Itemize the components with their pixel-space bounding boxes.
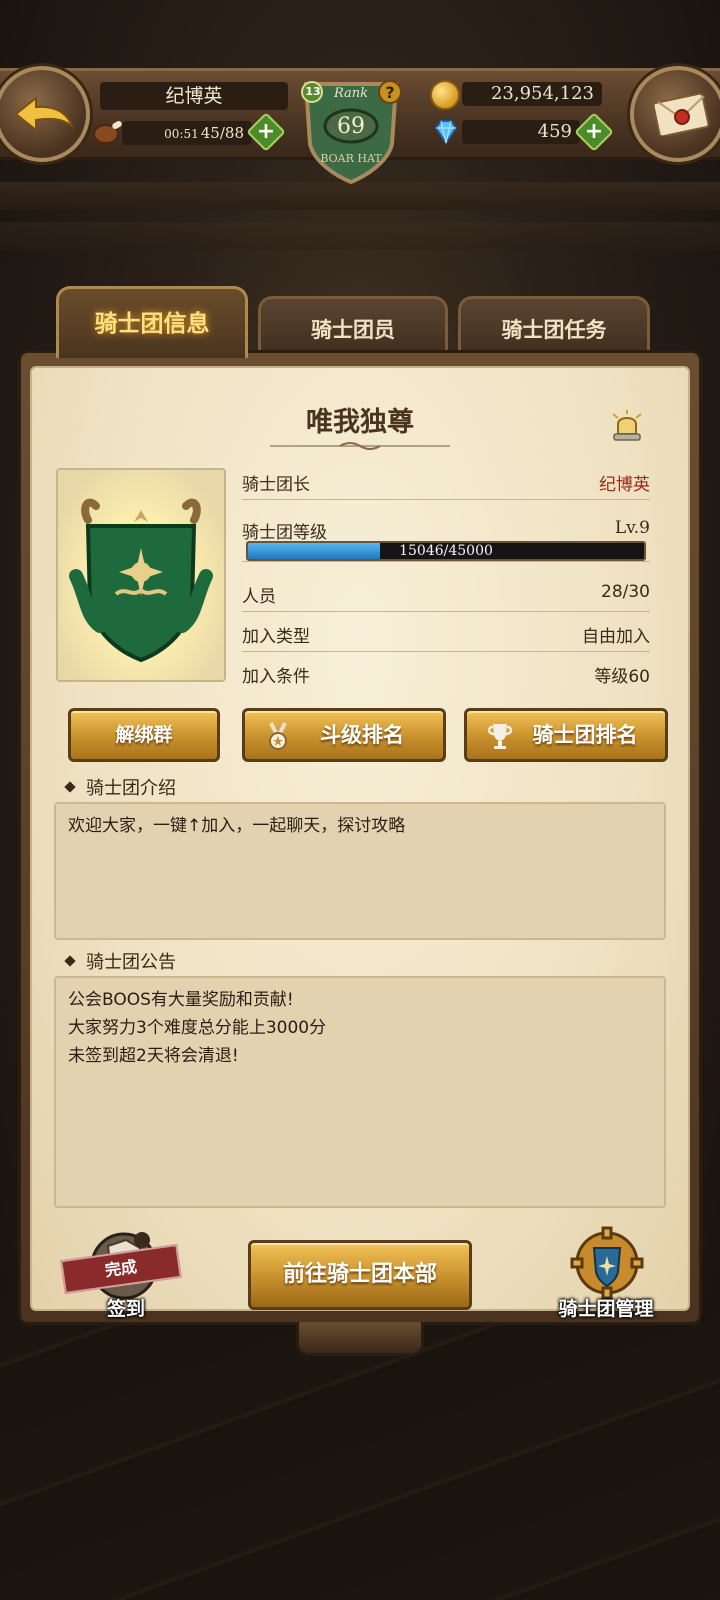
intro-text-box: 欢迎大家，一键↑加入，一起聊天，探讨攻略 (54, 802, 666, 940)
back-arrow-icon (14, 96, 74, 132)
tab-guild-info[interactable]: 骑士团信息 (56, 286, 248, 358)
level-label: 骑士团等级 (242, 523, 327, 543)
go-to-headquarters-button[interactable]: 前往骑士团本部 (248, 1240, 472, 1310)
notice-text-box: 公会BOOS有大量奖励和贡献! 大家努力3个难度总分能上3000分 未签到超2天… (54, 976, 666, 1208)
leader-row: 骑士团长 纪博英 (242, 462, 650, 500)
join-type-value: 自由加入 (582, 627, 650, 647)
stamina-row: 00:51 45/88 + (92, 112, 286, 152)
alarm-bell-icon[interactable] (610, 408, 644, 444)
guild-rank-label: 骑士团排名 (532, 723, 638, 747)
medal-icon (269, 722, 287, 750)
join-type-label: 加入类型 (242, 627, 310, 647)
members-label: 人员 (242, 587, 276, 607)
checkin-label: 签到 (106, 1298, 145, 1320)
members-row: 人员 28/30 (242, 574, 650, 612)
rank-subtitle: BOAR HAT (320, 152, 382, 165)
guild-manage-label: 骑士团管理 (558, 1298, 654, 1320)
add-gems-button[interactable]: + (574, 112, 614, 152)
stamina-icon (93, 121, 122, 144)
guild-emblem-icon (69, 498, 213, 663)
level-value: Lv.9 (614, 518, 650, 538)
gem-value: 459 (462, 120, 580, 144)
diamond-icon (434, 120, 458, 145)
leader-label: 骑士团长 (242, 475, 310, 495)
members-value: 28/30 (601, 582, 650, 602)
mail-button[interactable] (630, 66, 720, 162)
trophy-icon (487, 724, 513, 749)
gem-row: 459 + (430, 112, 614, 152)
tab-tasks[interactable]: 骑士团任务 (458, 296, 650, 358)
rank-label: Rank (333, 86, 369, 101)
join-condition-row: 加入条件 等级60 (242, 654, 650, 692)
go-hq-label: 前往骑士团本部 (282, 1262, 437, 1287)
intro-section-title: 骑士团介绍 (64, 774, 176, 800)
top-hud: 纪博英 00:51 45/88 + ? 13 Rank 69 BOAR HAT 2… (0, 0, 720, 185)
join-type-row: 加入类型 自由加入 (242, 614, 650, 652)
bg-beam (0, 182, 720, 210)
coin-icon (430, 80, 460, 110)
player-name: 纪博英 (100, 82, 288, 110)
mail-icon (652, 92, 710, 136)
checkin-button[interactable]: 完成 签到 (60, 1226, 190, 1326)
notice-line: 未签到超2天将会清退! (68, 1046, 239, 1066)
gold-row: 23,954,123 (430, 80, 610, 110)
intro-text: 欢迎大家，一键↑加入，一起聊天，探讨攻略 (68, 816, 406, 836)
join-condition-value: 等级60 (594, 667, 650, 687)
guild-manage-button[interactable]: 骑士团管理 (546, 1226, 666, 1326)
bg-beam (0, 222, 720, 250)
duel-rank-label: 斗级排名 (320, 723, 404, 747)
unbind-label: 解绑群 (115, 724, 173, 746)
gear-shield-icon (570, 1226, 644, 1300)
guild-xp-bar: 15046/45000 (246, 541, 646, 561)
xp-text: 15046/45000 (399, 543, 493, 559)
add-stamina-button[interactable]: + (246, 112, 286, 152)
leader-value: 纪博英 (599, 475, 650, 495)
duel-rank-button[interactable]: 斗级排名 (242, 708, 446, 762)
join-condition-label: 加入条件 (242, 667, 310, 687)
notice-line: 公会BOOS有大量奖励和贡献! (68, 990, 294, 1010)
guild-rank-button[interactable]: 骑士团排名 (464, 708, 668, 762)
title-divider (270, 442, 450, 450)
notice-line: 大家努力3个难度总分能上3000分 (68, 1018, 327, 1038)
tab-members[interactable]: 骑士团员 (258, 296, 448, 358)
panel-bottom-ornament (296, 1322, 424, 1356)
gold-value: 23,954,123 (462, 82, 602, 106)
notice-section-title: 骑士团公告 (64, 948, 176, 974)
rank-badge[interactable]: ? 13 Rank 69 BOAR HAT (292, 74, 410, 185)
unbind-group-button[interactable]: 解绑群 (68, 708, 220, 762)
stamina-value: 00:51 45/88 (122, 121, 252, 145)
rank-value: 69 (337, 114, 365, 139)
